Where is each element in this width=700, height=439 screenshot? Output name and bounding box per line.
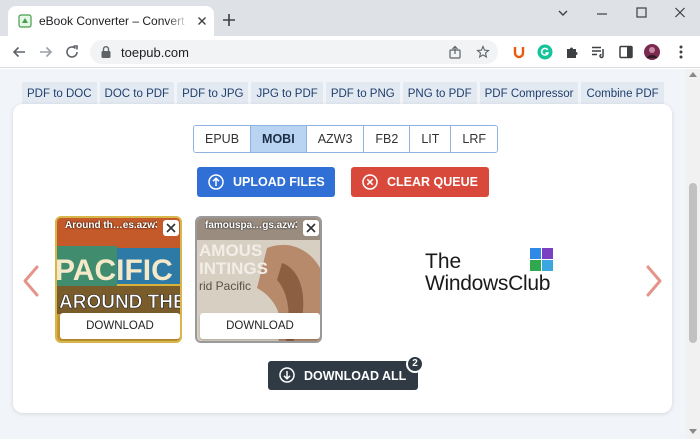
- address-bar[interactable]: toepub.com: [90, 40, 498, 64]
- converter-card: EPUB MOBI AZW3 FB2 LIT LRF UPLOAD FILES …: [13, 104, 672, 413]
- clear-queue-button[interactable]: CLEAR QUEUE: [351, 167, 489, 197]
- back-arrow-icon[interactable]: [11, 44, 27, 60]
- file-name: Around th…es.azw3: [65, 220, 157, 231]
- file-download-button[interactable]: DOWNLOAD: [60, 313, 180, 339]
- cover-subtitle-text: AROUND THE: [59, 292, 182, 313]
- bookmark-star-icon[interactable]: [476, 45, 490, 59]
- close-tab-icon[interactable]: [195, 14, 209, 28]
- file-name: famouspa…gs.azw3: [205, 220, 297, 231]
- format-azw3[interactable]: AZW3: [306, 126, 365, 152]
- watermark-line1: The: [425, 250, 462, 273]
- file-card: PACIFIC AROUND THE Around th…es.azw3 DOW…: [55, 216, 182, 343]
- grammarly-extension-icon[interactable]: [537, 44, 553, 60]
- format-mobi[interactable]: MOBI: [251, 126, 307, 152]
- browser-tab[interactable]: eBook Converter – Convert PDF & EPUB: [8, 6, 214, 36]
- nav-pdf-compressor[interactable]: PDF Compressor: [479, 82, 579, 106]
- window-close-icon[interactable]: [668, 5, 692, 21]
- cover-title-text: AMOUS: [199, 241, 262, 260]
- scroll-down-arrow-icon[interactable]: [689, 429, 697, 434]
- ublock-extension-icon[interactable]: [511, 44, 527, 60]
- nav-jpg-to-pdf[interactable]: JPG to PDF: [251, 82, 323, 106]
- format-epub[interactable]: EPUB: [194, 126, 252, 152]
- lock-icon[interactable]: [100, 45, 112, 59]
- tool-nav: PDF to DOC DOC to PDF PDF to JPG JPG to …: [22, 82, 664, 106]
- download-arrow-circle-icon: [279, 367, 295, 383]
- browser-title-bar: eBook Converter – Convert PDF & EPUB: [0, 0, 700, 36]
- download-all-label: DOWNLOAD ALL: [304, 369, 407, 383]
- carousel-prev-chevron-icon[interactable]: [22, 264, 40, 298]
- new-tab-plus-icon[interactable]: [221, 12, 237, 28]
- download-count-badge: 2: [406, 355, 424, 373]
- browser-menu-dots-icon[interactable]: [673, 44, 689, 60]
- minimize-icon[interactable]: [590, 5, 614, 21]
- cover-title-text: PACIFIC: [57, 254, 173, 287]
- remove-file-close-icon[interactable]: [303, 220, 319, 236]
- download-all-button[interactable]: DOWNLOAD ALL: [268, 361, 418, 390]
- clear-x-circle-icon: [362, 174, 378, 190]
- scrollbar-thumb[interactable]: [689, 183, 697, 343]
- url-text[interactable]: toepub.com: [121, 45, 189, 60]
- upload-files-label: UPLOAD FILES: [233, 175, 325, 189]
- upload-files-button[interactable]: UPLOAD FILES: [197, 167, 335, 197]
- cover-title-text-2: INTINGS: [199, 259, 268, 278]
- windows-logo-icon: [530, 248, 553, 271]
- nav-png-to-pdf[interactable]: PNG to PDF: [402, 82, 477, 106]
- reload-icon[interactable]: [64, 44, 80, 60]
- format-lrf[interactable]: LRF: [451, 126, 498, 152]
- format-fb2[interactable]: FB2: [364, 126, 411, 152]
- nav-combine-pdf[interactable]: Combine PDF: [581, 82, 664, 106]
- forward-arrow-icon[interactable]: [38, 44, 54, 60]
- cover-subtitle-text: rid Pacific: [199, 279, 251, 293]
- nav-pdf-to-jpg[interactable]: PDF to JPG: [177, 82, 249, 106]
- file-download-button[interactable]: DOWNLOAD: [200, 313, 320, 339]
- watermark-line2: WindowsClub: [425, 272, 551, 295]
- ebook-converter-favicon-icon: [18, 14, 32, 28]
- page-scrollbar[interactable]: [686, 69, 700, 439]
- maximize-icon[interactable]: [629, 5, 653, 21]
- tab-search-chevron-down-icon[interactable]: [551, 5, 575, 21]
- media-playlist-icon[interactable]: [590, 44, 606, 60]
- clear-queue-label: CLEAR QUEUE: [387, 175, 478, 189]
- upload-arrow-circle-icon: [208, 174, 224, 190]
- carousel-next-chevron-icon[interactable]: [645, 264, 663, 298]
- extensions-puzzle-icon[interactable]: [564, 44, 580, 60]
- format-lit[interactable]: LIT: [410, 126, 452, 152]
- file-card: AMOUS INTINGS rid Pacific famouspa…gs.az…: [195, 216, 322, 343]
- remove-file-close-icon[interactable]: [163, 220, 179, 236]
- windowsclub-watermark: The WindowsClub: [425, 248, 565, 298]
- nav-doc-to-pdf[interactable]: DOC to PDF: [99, 82, 175, 106]
- profile-avatar[interactable]: [644, 44, 660, 60]
- page-content: PDF to DOC DOC to PDF PDF to JPG JPG to …: [0, 69, 686, 439]
- share-icon[interactable]: [448, 45, 462, 59]
- nav-pdf-to-doc[interactable]: PDF to DOC: [22, 82, 97, 106]
- side-panel-icon[interactable]: [618, 44, 634, 60]
- nav-pdf-to-png[interactable]: PDF to PNG: [325, 82, 400, 106]
- format-selector: EPUB MOBI AZW3 FB2 LIT LRF: [193, 125, 499, 153]
- tab-title: eBook Converter – Convert PDF & EPUB: [39, 14, 189, 28]
- scroll-up-arrow-icon[interactable]: [689, 72, 697, 77]
